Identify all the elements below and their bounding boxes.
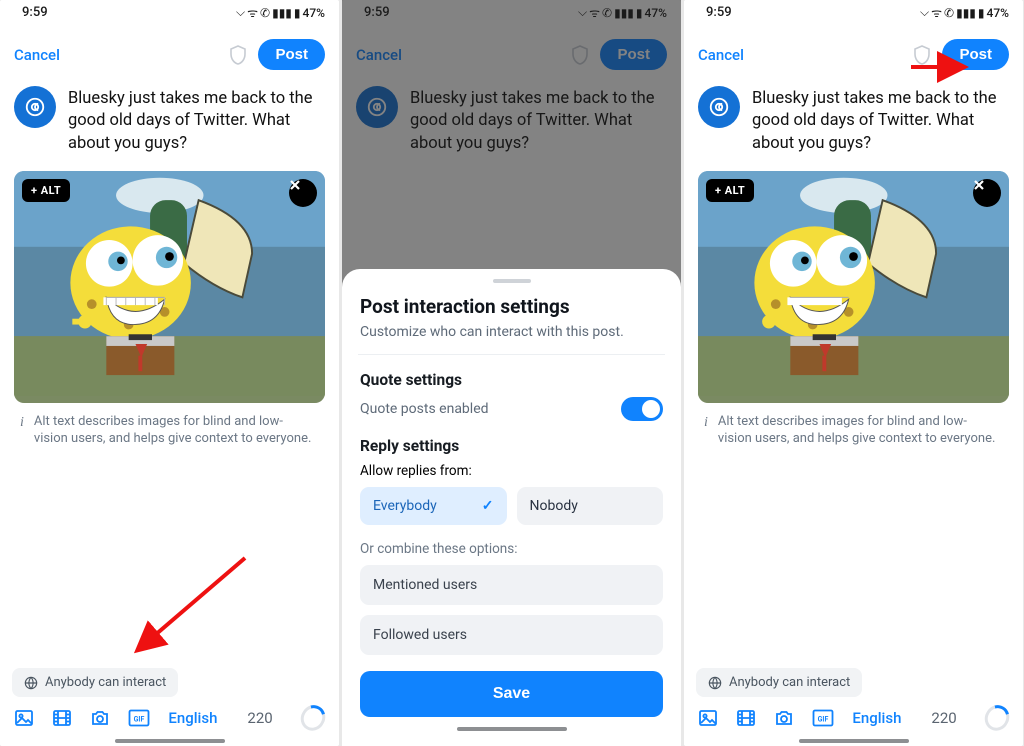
alt-help: i Alt text describes images for blind an…	[684, 409, 1023, 452]
combine-label: Or combine these options:	[360, 541, 663, 557]
status-bar: 9:59 ⌵ ᯤ ✆ ▮▮▮ ▮ 47%	[684, 0, 1023, 23]
language-button[interactable]: English	[168, 709, 217, 727]
quote-toggle[interactable]	[621, 397, 663, 421]
quote-toggle-label: Quote posts enabled	[360, 401, 489, 417]
video-icon[interactable]	[52, 707, 72, 729]
check-icon: ✓	[482, 498, 494, 514]
attached-media[interactable]: + ALT	[698, 171, 1009, 403]
remove-media-button[interactable]	[289, 179, 317, 207]
reply-option-everybody[interactable]: Everybody ✓	[360, 487, 507, 525]
home-indicator	[799, 739, 909, 743]
home-indicator	[115, 739, 225, 743]
status-icons: ⌵ ᯤ ✆ ▮▮▮ ▮ 47%	[236, 4, 325, 21]
alt-badge[interactable]: + ALT	[22, 179, 70, 202]
compose-text[interactable]: Bluesky just takes me back to the good o…	[68, 86, 325, 155]
phone-icon: ✆	[944, 6, 954, 20]
battery-pct: 47%	[303, 6, 325, 20]
battery-icon: ▮	[294, 6, 301, 20]
signal-icon: ▮▮▮	[956, 6, 976, 20]
wifi-icon: ᯤ	[247, 4, 258, 21]
avatar	[14, 86, 56, 128]
interaction-label: Anybody can interact	[729, 675, 850, 690]
everybody-label: Everybody	[373, 498, 437, 514]
image-icon[interactable]	[698, 707, 718, 729]
alt-badge[interactable]: + ALT	[706, 179, 754, 202]
sheet-subtitle: Customize who can interact with this pos…	[360, 324, 663, 340]
sheet-grabber[interactable]	[493, 279, 531, 283]
cancel-button[interactable]: Cancel	[14, 46, 60, 64]
gif-icon[interactable]: GIF	[128, 707, 150, 729]
char-count: 220	[931, 709, 956, 727]
signal-icon: ▮▮▮	[272, 6, 292, 20]
cancel-button[interactable]: Cancel	[698, 46, 744, 64]
camera-icon[interactable]	[774, 707, 794, 729]
svg-text:GIF: GIF	[134, 716, 145, 724]
nobody-label: Nobody	[530, 498, 578, 514]
camera-icon[interactable]	[90, 707, 110, 729]
attached-media[interactable]: + ALT	[14, 171, 325, 403]
reply-section-title: Reply settings	[360, 437, 663, 455]
wifi-icon: ᯤ	[931, 4, 942, 21]
interaction-settings-sheet: Post interaction settings Customize who …	[342, 269, 681, 746]
char-ring	[980, 701, 1014, 736]
reply-option-followed[interactable]: Followed users	[360, 615, 663, 655]
home-indicator	[457, 727, 567, 731]
alt-help-text: Alt text describes images for blind and …	[34, 413, 315, 448]
globe-icon	[24, 676, 38, 690]
char-count: 220	[247, 709, 272, 727]
reply-option-nobody[interactable]: Nobody	[517, 487, 664, 525]
remove-media-button[interactable]	[973, 179, 1001, 207]
char-ring	[296, 701, 330, 736]
compose-toolbar: GIF English 220	[0, 703, 339, 739]
phone-icon: ✆	[260, 6, 270, 20]
alt-help: i Alt text describes images for blind an…	[0, 409, 339, 452]
post-button[interactable]: Post	[942, 39, 1009, 70]
info-icon: i	[20, 414, 24, 448]
svg-text:GIF: GIF	[818, 716, 829, 724]
info-icon: i	[704, 414, 708, 448]
post-button[interactable]: Post	[258, 39, 325, 70]
language-button[interactable]: English	[852, 709, 901, 727]
bluetooth-icon: ⌵	[920, 5, 929, 20]
battery-icon: ▮	[978, 6, 985, 20]
sheet-title: Post interaction settings	[360, 295, 663, 318]
interaction-settings-button[interactable]: Anybody can interact	[696, 668, 862, 697]
compose-text[interactable]: Bluesky just takes me back to the good o…	[752, 86, 1009, 155]
bluetooth-icon: ⌵	[236, 5, 245, 20]
quote-section-title: Quote settings	[360, 371, 663, 389]
shield-icon[interactable]	[912, 45, 932, 65]
status-icons: ⌵ ᯤ ✆ ▮▮▮ ▮ 47%	[920, 4, 1009, 21]
battery-pct: 47%	[987, 6, 1009, 20]
video-icon[interactable]	[736, 707, 756, 729]
reply-option-mentioned[interactable]: Mentioned users	[360, 565, 663, 605]
annotation-arrow-1	[130, 550, 250, 664]
interaction-label: Anybody can interact	[45, 675, 166, 690]
globe-icon	[708, 676, 722, 690]
allow-replies-label: Allow replies from:	[360, 463, 663, 479]
save-button[interactable]: Save	[360, 671, 663, 717]
status-bar: 9:59 ⌵ ᯤ ✆ ▮▮▮ ▮ 47%	[0, 0, 339, 23]
compose-toolbar: GIF English 220	[684, 703, 1023, 739]
divider	[358, 354, 665, 355]
gif-icon[interactable]: GIF	[812, 707, 834, 729]
avatar	[698, 86, 740, 128]
shield-icon[interactable]	[228, 45, 248, 65]
status-time: 9:59	[706, 5, 732, 20]
interaction-settings-button[interactable]: Anybody can interact	[12, 668, 178, 697]
image-icon[interactable]	[14, 707, 34, 729]
status-time: 9:59	[22, 5, 48, 20]
alt-help-text: Alt text describes images for blind and …	[718, 413, 999, 448]
